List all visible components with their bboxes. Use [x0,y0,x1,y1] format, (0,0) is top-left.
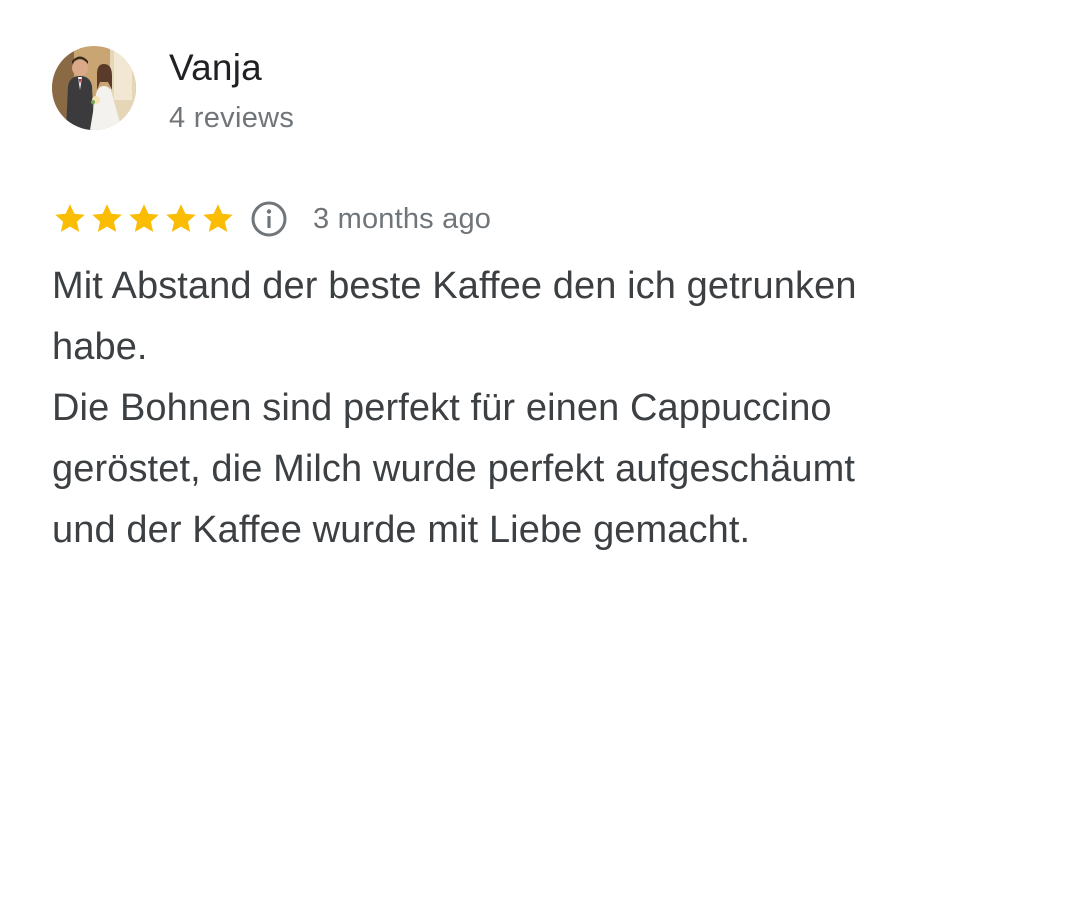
star-icon [52,201,88,237]
info-icon[interactable] [249,199,289,239]
review-header: Vanja 4 reviews [52,46,1052,135]
star-icon [200,201,236,237]
author-name[interactable]: Vanja [169,47,294,89]
review-text-line: geröstet, die Milch wurde perfekt aufges… [52,448,856,490]
author-review-count: 4 reviews [169,102,295,134]
author-info: Vanja 4 reviews [169,47,294,135]
review-text-line: und der Kaffee wurde mit Liebe gemacht. [52,509,751,551]
review-text-line: Die Bohnen sind perfekt für einen Cappuc… [52,387,832,429]
star-icon [163,201,199,237]
review-text-line: habe. [52,326,148,368]
review-date: 3 months ago [313,202,492,235]
star-icon [126,201,162,237]
avatar[interactable] [52,46,136,130]
review-text: Mit Abstand der beste Kaffee den ich get… [52,256,1012,561]
avatar-photo [52,46,136,130]
star-icon [89,201,125,237]
review-card: Vanja 4 reviews 3 months ago Mit Abstand… [52,46,1052,561]
review-text-line: Mit Abstand der beste Kaffee den ich get… [52,265,857,307]
rating-row: 3 months ago [52,199,1052,239]
star-rating [52,201,237,237]
